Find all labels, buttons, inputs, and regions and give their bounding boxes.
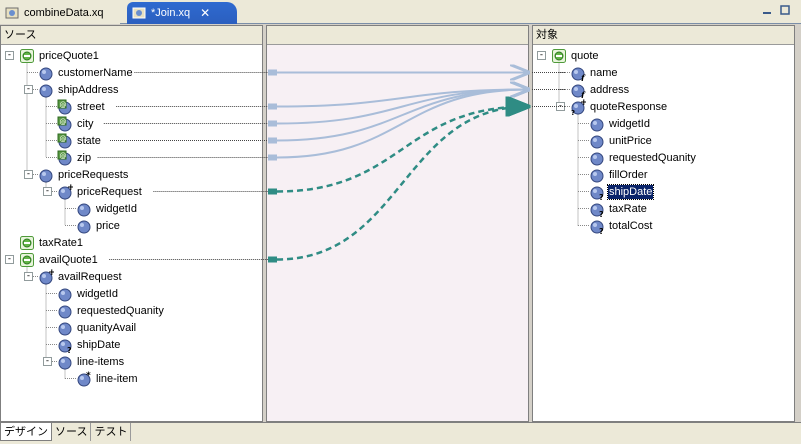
mapping-handle[interactable] bbox=[268, 69, 277, 76]
mapping-link-pricerequest[interactable] bbox=[276, 107, 528, 193]
tab-source[interactable]: ソース bbox=[52, 423, 92, 441]
tab-design[interactable]: デザイン bbox=[0, 423, 52, 441]
tab-test[interactable]: テスト bbox=[91, 423, 132, 441]
mapping-handle[interactable] bbox=[268, 154, 277, 161]
mapping-link-zip[interactable] bbox=[276, 90, 528, 159]
mapping-links bbox=[97, 0, 566, 263]
mapping-handle[interactable] bbox=[268, 120, 277, 127]
mapping-handle[interactable] bbox=[268, 188, 277, 195]
editor-view-tabs: デザイン ソース テスト bbox=[0, 422, 801, 444]
mapping-link-availquote1[interactable] bbox=[276, 107, 528, 261]
mapping-handle[interactable] bbox=[268, 256, 277, 263]
mapping-handle[interactable] bbox=[268, 103, 277, 110]
mapping-handle[interactable] bbox=[268, 137, 277, 144]
